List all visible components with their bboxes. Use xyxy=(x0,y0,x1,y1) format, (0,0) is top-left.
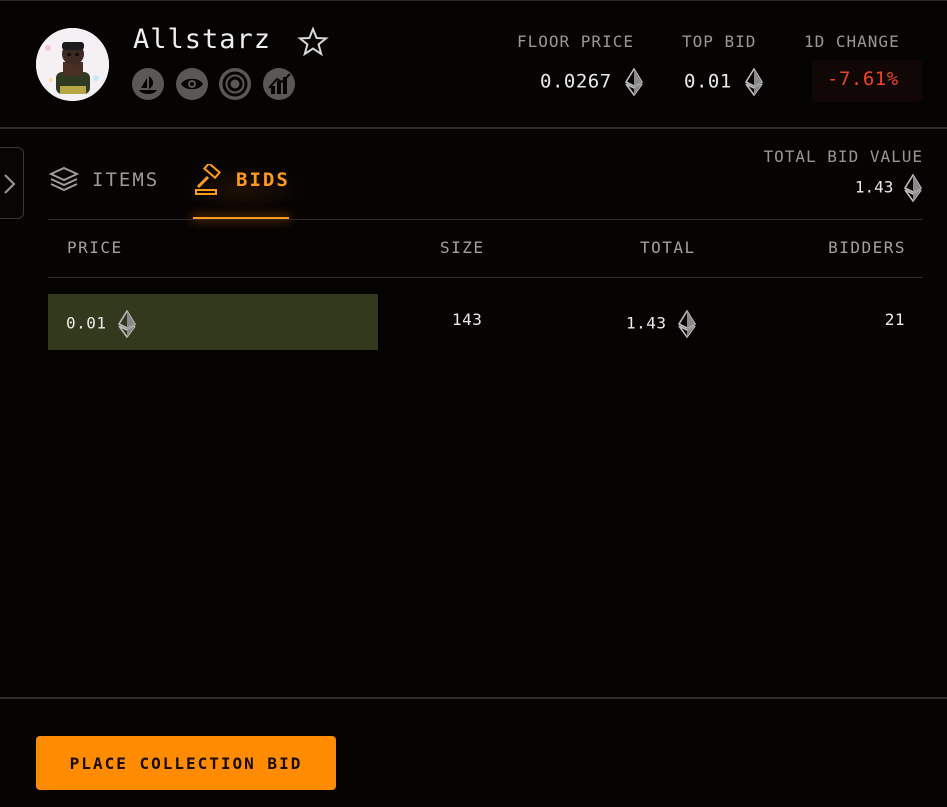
column-header-size[interactable]: SIZE xyxy=(440,238,485,257)
tab-bids[interactable]: BIDS xyxy=(193,160,293,220)
eth-icon xyxy=(117,310,137,338)
layers-icon xyxy=(48,166,80,192)
total-bid-amount: 1.43 xyxy=(854,177,894,197)
row-total-value: 1.43 xyxy=(626,313,667,333)
eth-icon xyxy=(624,68,644,96)
row-total: 1.43 xyxy=(626,310,697,338)
floor-price-value: 0.0267 xyxy=(540,68,644,96)
opensea-icon[interactable] xyxy=(132,68,164,100)
sidebar-toggle[interactable] xyxy=(0,147,24,219)
collection-name: Allstarz xyxy=(133,24,272,55)
row-price-value: 0.01 xyxy=(66,313,107,333)
top-bid-amount: 0.01 xyxy=(684,70,732,93)
collection-header: Allstarz FLOOR PRICE 0.0267 TOP BID 0.01… xyxy=(0,0,947,128)
footer-divider xyxy=(0,697,947,699)
eth-icon xyxy=(903,174,923,202)
column-header-bidders[interactable]: BIDDERS xyxy=(828,238,906,257)
header-divider xyxy=(0,127,947,129)
row-price: 0.01 xyxy=(66,310,137,338)
tab-items-label: ITEMS xyxy=(92,169,160,191)
eth-icon xyxy=(677,310,697,338)
target-icon[interactable] xyxy=(219,68,251,100)
change-label: 1D CHANGE xyxy=(804,32,900,51)
eye-icon[interactable] xyxy=(176,68,208,100)
table-header-rule xyxy=(48,277,923,278)
total-bid-value-label: TOTAL BID VALUE xyxy=(763,147,923,166)
chart-icon[interactable] xyxy=(263,68,295,100)
row-size: 143 xyxy=(452,310,483,329)
tab-bids-label: BIDS xyxy=(236,169,290,191)
eth-icon xyxy=(744,68,764,96)
floor-price-label: FLOOR PRICE xyxy=(517,32,634,51)
column-header-total[interactable]: TOTAL xyxy=(640,238,696,257)
collection-avatar[interactable] xyxy=(36,28,109,101)
column-header-price[interactable]: PRICE xyxy=(67,238,123,257)
change-value: -7.61% xyxy=(827,68,899,90)
floor-price-amount: 0.0267 xyxy=(540,70,612,93)
chevron-right-icon xyxy=(4,174,16,194)
total-bid-value: 1.43 xyxy=(855,174,923,202)
gavel-icon xyxy=(195,164,222,195)
top-bid-label: TOP BID xyxy=(682,32,757,51)
top-bid-value: 0.01 xyxy=(684,68,764,96)
table-top-rule xyxy=(48,219,923,220)
tab-items[interactable]: ITEMS xyxy=(48,160,163,220)
place-collection-bid-button[interactable]: PLACE COLLECTION BID xyxy=(36,736,336,790)
row-bidders: 21 xyxy=(884,310,905,329)
star-icon[interactable] xyxy=(297,26,329,58)
